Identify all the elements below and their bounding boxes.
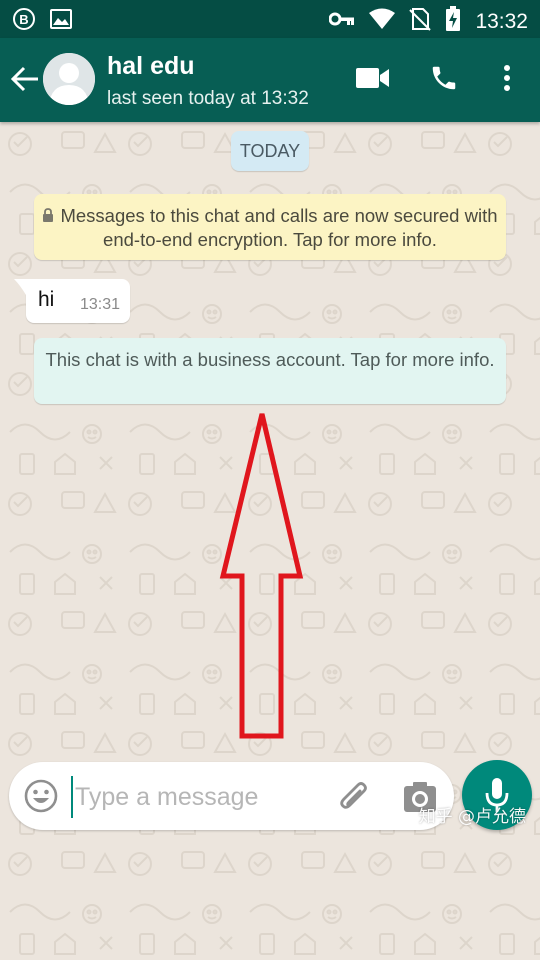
svg-text:B: B xyxy=(19,12,28,27)
chat-area[interactable]: TODAY Messages to this chat and calls ar… xyxy=(0,122,540,960)
image-icon xyxy=(50,9,72,34)
bubble-tail xyxy=(14,279,26,295)
more-vert-icon xyxy=(503,64,511,97)
status-bar: B 13:32 xyxy=(0,0,540,38)
chat-screen: B 13:32 hal edu last seen today at 13:32… xyxy=(0,0,540,960)
message-time: 13:31 xyxy=(79,296,120,313)
more-options-button[interactable] xyxy=(487,60,527,100)
b-app-icon: B xyxy=(12,7,36,36)
encryption-notice-text: Messages to this chat and calls are now … xyxy=(60,205,498,250)
business-notice-text: This chat is with a business account. Ta… xyxy=(45,349,495,370)
voice-call-button[interactable] xyxy=(424,60,464,100)
lock-icon xyxy=(42,205,54,228)
video-call-icon xyxy=(356,67,390,94)
back-button[interactable] xyxy=(6,62,44,100)
wifi-icon xyxy=(369,8,396,35)
encryption-notice[interactable]: Messages to this chat and calls are now … xyxy=(34,194,506,260)
vpn-key-icon xyxy=(328,11,355,32)
emoji-button[interactable] xyxy=(23,778,59,814)
message-input[interactable] xyxy=(71,776,327,818)
date-divider: TODAY xyxy=(231,131,309,171)
battery-charging-icon xyxy=(445,6,461,37)
status-left-icons: B xyxy=(12,7,72,36)
phone-icon xyxy=(429,63,459,98)
annotation-arrow-icon xyxy=(219,413,304,739)
status-right-icons: 13:32 xyxy=(328,6,528,37)
message-text: hi xyxy=(38,288,55,311)
avatar[interactable] xyxy=(43,53,95,105)
no-sim-icon xyxy=(409,7,432,36)
paperclip-icon xyxy=(340,782,367,809)
business-account-notice[interactable]: This chat is with a business account. Ta… xyxy=(34,338,506,404)
default-user-icon xyxy=(43,53,95,105)
message-composer xyxy=(9,762,454,830)
video-call-button[interactable] xyxy=(353,60,393,100)
incoming-message[interactable]: hi 13:31 xyxy=(14,279,130,323)
back-arrow-icon xyxy=(10,66,39,97)
watermark: 知乎 @卢允德 xyxy=(418,807,526,827)
emoji-icon xyxy=(24,779,58,813)
status-time: 13:32 xyxy=(475,9,528,33)
chat-header: hal edu last seen today at 13:32 xyxy=(0,38,540,122)
contact-last-seen: last seen today at 13:32 xyxy=(107,88,309,109)
contact-name[interactable]: hal edu xyxy=(107,52,195,81)
attach-button[interactable] xyxy=(335,778,375,818)
